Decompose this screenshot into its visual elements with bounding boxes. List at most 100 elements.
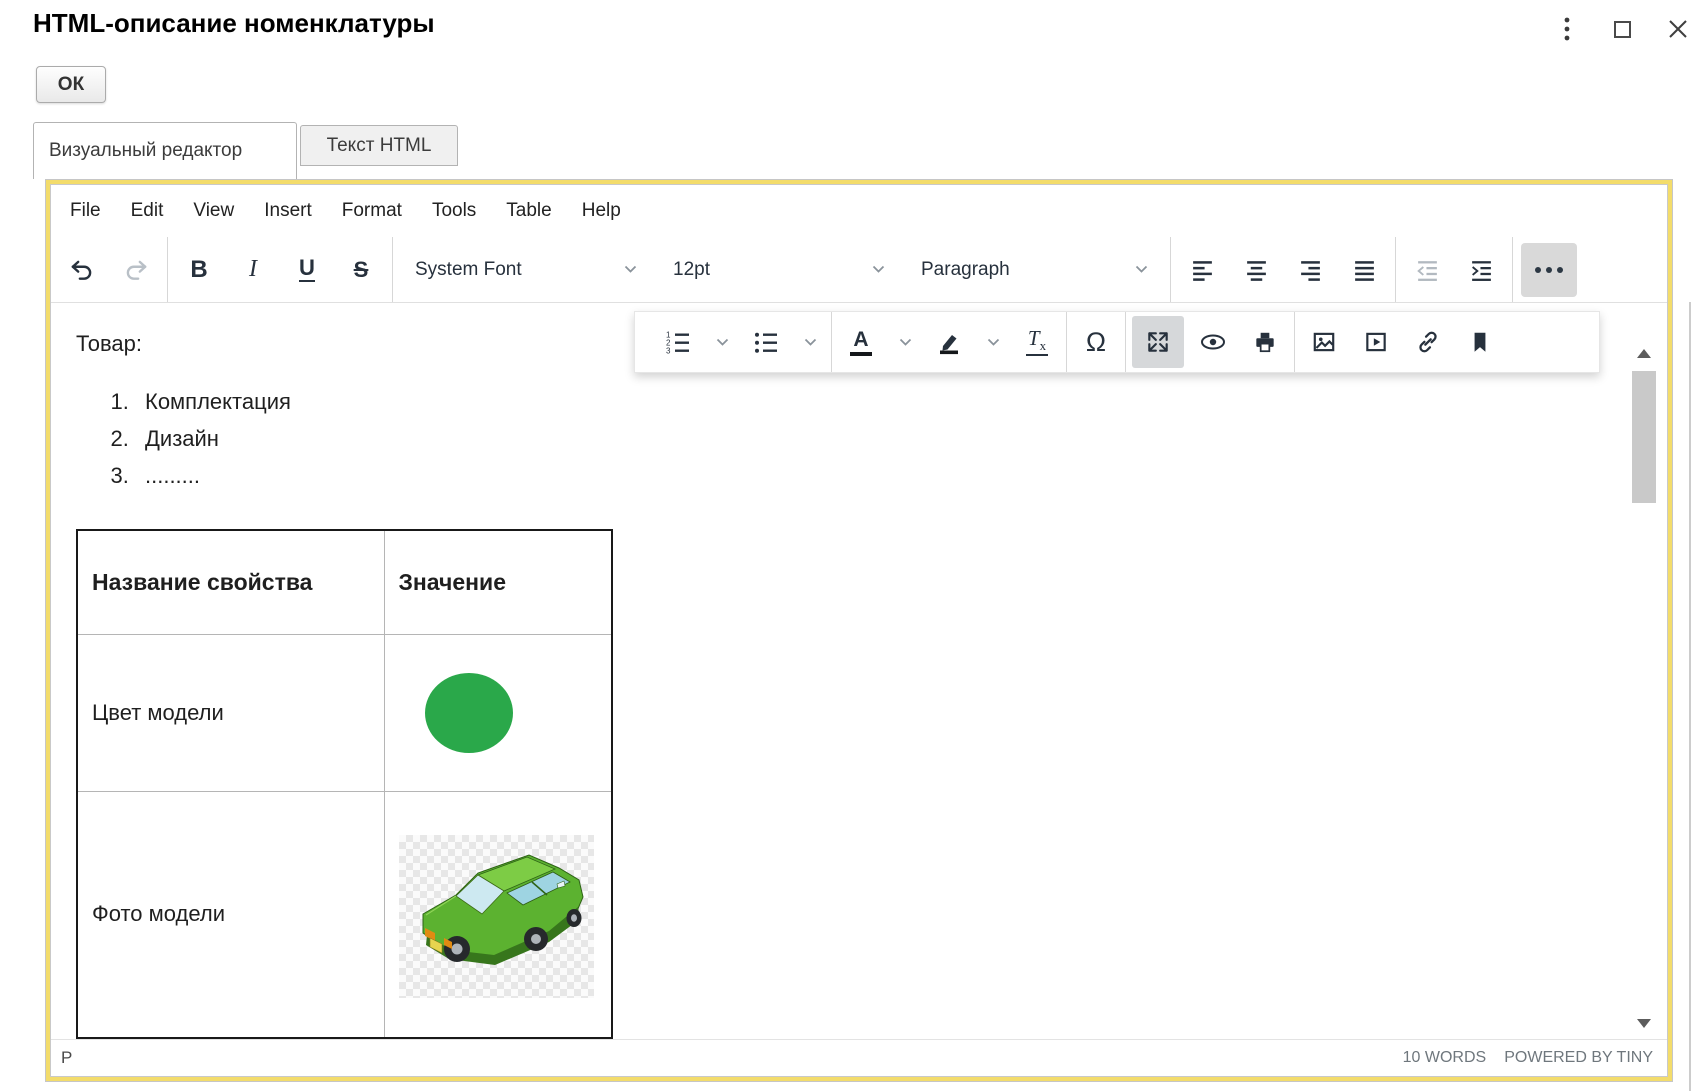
menu-view[interactable]: View: [178, 191, 249, 231]
text-color-button[interactable]: A: [838, 319, 884, 365]
tiny-branding[interactable]: POWERED BY TINY: [1504, 1049, 1653, 1067]
outdent-button[interactable]: [1404, 247, 1450, 293]
bold-icon: B: [190, 256, 207, 284]
statusbar-right: 10 WORDS POWERED BY TINY: [1403, 1049, 1653, 1067]
tab-visual-editor-label: Визуальный редактор: [49, 140, 242, 162]
fullscreen-button[interactable]: [1132, 316, 1184, 368]
car-photo-image[interactable]: [399, 835, 594, 998]
window-menu-button[interactable]: [1550, 14, 1584, 44]
content-scrollbar[interactable]: [1629, 315, 1659, 1039]
strikethrough-button[interactable]: S: [338, 247, 384, 293]
undo-button[interactable]: [59, 247, 105, 293]
toolbar-separator: [1294, 312, 1295, 372]
more-icon: [1546, 267, 1552, 273]
anchor-bookmark-button[interactable]: [1457, 319, 1503, 365]
block-format-select[interactable]: Paragraph: [907, 247, 1162, 293]
italic-button[interactable]: I: [230, 247, 276, 293]
bold-button[interactable]: B: [176, 247, 222, 293]
list-item[interactable]: Дизайн: [135, 420, 291, 457]
menu-file[interactable]: File: [55, 191, 116, 231]
green-car-illustration: [399, 835, 594, 998]
insert-media-button[interactable]: [1353, 319, 1399, 365]
toolbar-separator: [1125, 312, 1126, 372]
scrollbar-thumb[interactable]: [1632, 371, 1656, 503]
menu-table[interactable]: Table: [491, 191, 566, 231]
menu-help[interactable]: Help: [567, 191, 636, 231]
table-header-property[interactable]: Название свойства: [77, 530, 384, 634]
special-character-button[interactable]: Ω: [1073, 319, 1119, 365]
list-item[interactable]: .........: [135, 457, 291, 494]
highlight-color-dropdown[interactable]: [978, 319, 1008, 365]
numbered-list-button[interactable]: 1 2 3: [655, 319, 701, 365]
scroll-down-button[interactable]: [1629, 1011, 1659, 1035]
property-name-cell[interactable]: Фото модели: [77, 791, 384, 1038]
properties-table: Название свойства Значение Цвет модели Ф…: [76, 529, 613, 1039]
indent-icon: [1469, 257, 1494, 282]
indent-button[interactable]: [1458, 247, 1504, 293]
menu-edit[interactable]: Edit: [116, 191, 179, 231]
block-format-value: Paragraph: [921, 259, 1010, 281]
window-maximize-button[interactable]: [1606, 14, 1640, 44]
tab-html-text-label: Текст HTML: [327, 135, 432, 157]
align-left-button[interactable]: [1179, 247, 1225, 293]
editor-toolbar: B I U S System Font 12pt Paragraph: [51, 237, 1667, 303]
align-justify-button[interactable]: [1341, 247, 1387, 293]
menu-format[interactable]: Format: [327, 191, 417, 231]
chevron-down-icon: [804, 338, 817, 347]
align-center-button[interactable]: [1233, 247, 1279, 293]
menu-insert[interactable]: Insert: [249, 191, 327, 231]
element-path[interactable]: P: [61, 1048, 72, 1068]
bullet-list-dropdown[interactable]: [795, 319, 825, 365]
editor-statusbar: P 10 WORDS POWERED BY TINY: [51, 1039, 1667, 1076]
more-icon: [1557, 267, 1563, 273]
svg-text:3: 3: [666, 347, 671, 356]
color-swatch-green[interactable]: [425, 673, 513, 753]
text-color-dropdown[interactable]: [890, 319, 920, 365]
font-size-select[interactable]: 12pt: [659, 247, 899, 293]
underline-button[interactable]: U: [284, 247, 330, 293]
print-button[interactable]: [1242, 319, 1288, 365]
more-icon: [1535, 267, 1541, 273]
form-scroll-track: [1689, 302, 1691, 1091]
eye-icon: [1199, 329, 1227, 355]
property-value-cell[interactable]: [384, 634, 612, 791]
property-name-cell[interactable]: Цвет модели: [77, 634, 384, 791]
omega-icon: Ω: [1086, 329, 1106, 356]
menu-tools[interactable]: Tools: [417, 191, 491, 231]
numbered-list-dropdown[interactable]: [707, 319, 737, 365]
tab-visual-editor[interactable]: Визуальный редактор: [33, 122, 297, 179]
scroll-down-icon: [1637, 1019, 1651, 1028]
tab-html-text[interactable]: Текст HTML: [300, 125, 458, 166]
toolbar-more-button[interactable]: [1521, 243, 1577, 297]
list-item[interactable]: Комплектация: [135, 383, 291, 420]
media-icon: [1363, 329, 1389, 355]
redo-icon: [123, 257, 149, 283]
highlight-color-button[interactable]: [926, 319, 972, 365]
clear-formatting-button[interactable]: Tx: [1014, 319, 1060, 365]
chevron-down-icon: [624, 265, 637, 274]
window-close-button[interactable]: [1661, 14, 1695, 44]
italic-icon: I: [249, 256, 257, 283]
font-family-select[interactable]: System Font: [401, 247, 651, 293]
align-right-button[interactable]: [1287, 247, 1333, 293]
doc-paragraph[interactable]: Товар:: [76, 331, 142, 357]
chevron-down-icon: [899, 338, 912, 347]
toolbar-separator: [1395, 237, 1396, 302]
scroll-up-button[interactable]: [1629, 341, 1659, 365]
table-header-value[interactable]: Значение: [384, 530, 612, 634]
toolbar-overflow-panel: 1 2 3: [634, 311, 1600, 373]
close-icon: [1667, 18, 1689, 40]
bullet-list-button[interactable]: [743, 319, 789, 365]
ok-button[interactable]: ОК: [36, 66, 106, 103]
align-justify-icon: [1352, 257, 1377, 282]
editor-content[interactable]: Товар: Комплектация Дизайн ......... Наз…: [51, 303, 1627, 1039]
property-value-cell[interactable]: [384, 791, 612, 1038]
redo-button[interactable]: [113, 247, 159, 293]
table-row: Фото модели: [77, 791, 612, 1038]
insert-link-button[interactable]: [1405, 319, 1451, 365]
table-header-row: Название свойства Значение: [77, 530, 612, 634]
align-left-icon: [1190, 257, 1215, 282]
insert-image-button[interactable]: [1301, 319, 1347, 365]
preview-button[interactable]: [1190, 319, 1236, 365]
chevron-down-icon: [872, 265, 885, 274]
